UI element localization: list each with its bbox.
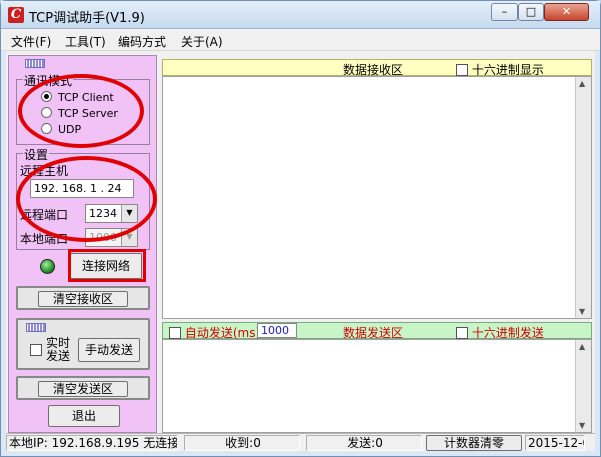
checkbox-icon [169,327,181,339]
app-icon: C [8,7,24,23]
auto-send-interval-input[interactable]: 1000 [257,323,297,338]
menu-tools[interactable]: 工具(T) [65,33,106,50]
maximize-button[interactable]: □ [518,3,544,21]
close-button[interactable]: ✕ [544,3,589,21]
manual-send-button[interactable]: 手动发送 [78,338,140,362]
menu-about[interactable]: 关于(A) [181,33,223,50]
scroll-up-icon[interactable]: ▲ [579,79,585,88]
scroll-down-icon[interactable]: ▼ [579,421,585,430]
date-status: 2015-12-04 [525,435,585,451]
send-textarea[interactable]: ▲ ▼ [162,339,592,433]
checkbox-icon [456,327,468,339]
checkbox-icon [30,344,42,356]
received-count: 收到:0 [184,435,300,451]
scroll-down-icon[interactable]: ▼ [579,307,585,316]
clear-send-button[interactable]: 清空发送区 [38,381,128,397]
menu-bar: 文件(F) 工具(T) 编码方式 关于(A) [1,29,600,51]
realtime-send-label: 实时 发送 [46,336,71,363]
window-title: TCP调试助手(V1.9) [29,11,145,26]
reset-counter-button[interactable]: 计数器清零 [426,435,522,451]
scroll-up-icon[interactable]: ▲ [579,342,585,351]
checkbox-icon [456,64,468,76]
send-scrollbar[interactable]: ▲ ▼ [575,340,591,432]
send-header: 自动发送(ms) 1000 数据发送区 十六进制发送 [162,322,592,340]
control-panel: 通讯模式 TCP Client TCP Server UDP 设置 远程主机 1… [8,55,157,433]
highlight-oval [16,156,157,242]
sent-count: 发送:0 [306,435,422,451]
clear-send-frame: 清空发送区 [16,376,150,400]
minimize-button[interactable]: – [491,3,518,21]
menu-encoding[interactable]: 编码方式 [118,33,166,50]
panel-tag-icon [25,59,45,68]
highlight-box [68,249,146,282]
realtime-send-checkbox[interactable] [30,344,42,356]
clear-receive-frame: 清空接收区 [16,286,150,310]
clear-receive-button[interactable]: 清空接收区 [38,291,128,307]
receive-textarea[interactable]: ▲ ▼ [162,76,592,319]
status-bar: 本地IP: 192.168.9.195 无连接 收到:0 发送:0 计数器清零 … [6,433,595,451]
settings-title: 设置 [23,146,50,163]
exit-button[interactable]: 退出 [48,405,120,427]
title-bar: C TCP调试助手(V1.9) – □ ✕ [1,1,600,29]
panel-tag-icon [26,323,46,332]
highlight-oval [18,74,144,148]
connection-status-led-icon [40,259,55,274]
menu-file[interactable]: 文件(F) [11,33,51,50]
receive-scrollbar[interactable]: ▲ ▼ [575,77,591,318]
receive-header: 数据接收区 十六进制显示 [162,59,592,77]
local-ip-status: 本地IP: 192.168.9.195 无连接 [6,435,178,451]
